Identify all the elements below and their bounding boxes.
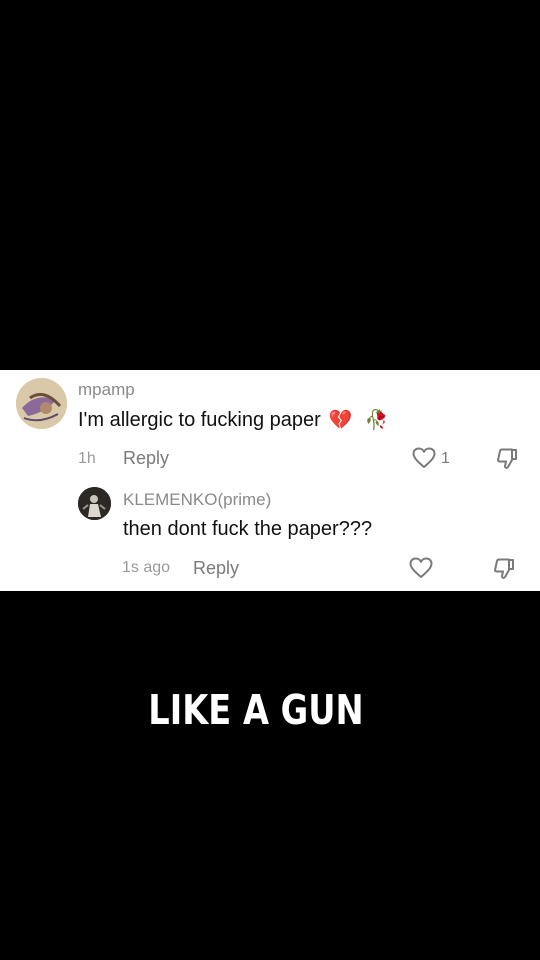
broken-heart-emoji: 💔: [328, 410, 353, 431]
reply-button[interactable]: Reply: [193, 558, 239, 579]
reply-time: 1s ago: [122, 559, 171, 576]
comment-body: I'm allergic to fucking paper: [78, 409, 321, 431]
reply-text: then dont fuck the paper???: [123, 518, 373, 540]
reply-username[interactable]: KLEMENKO(prime): [123, 490, 271, 510]
like-count: 1: [441, 450, 450, 467]
video-caption: LIKE A GUN: [148, 686, 364, 734]
heart-icon[interactable]: [412, 447, 436, 474]
comment-panel: mpamp I'm allergic to fucking paper 💔 🥀 1h…: [0, 370, 540, 591]
comment-username[interactable]: mpamp: [78, 380, 135, 400]
dislike-icon[interactable]: [492, 557, 516, 586]
avatar-image: [78, 487, 111, 520]
reply-button[interactable]: Reply: [123, 448, 169, 469]
avatar[interactable]: [78, 487, 111, 520]
comment-time: 1h: [78, 450, 96, 467]
comment-text: I'm allergic to fucking paper 💔 🥀: [78, 408, 388, 432]
heart-icon[interactable]: [409, 557, 433, 584]
avatar[interactable]: [16, 378, 67, 429]
avatar-image: [16, 378, 67, 429]
wilted-rose-emoji: 🥀: [364, 410, 389, 431]
dislike-icon[interactable]: [495, 447, 519, 476]
